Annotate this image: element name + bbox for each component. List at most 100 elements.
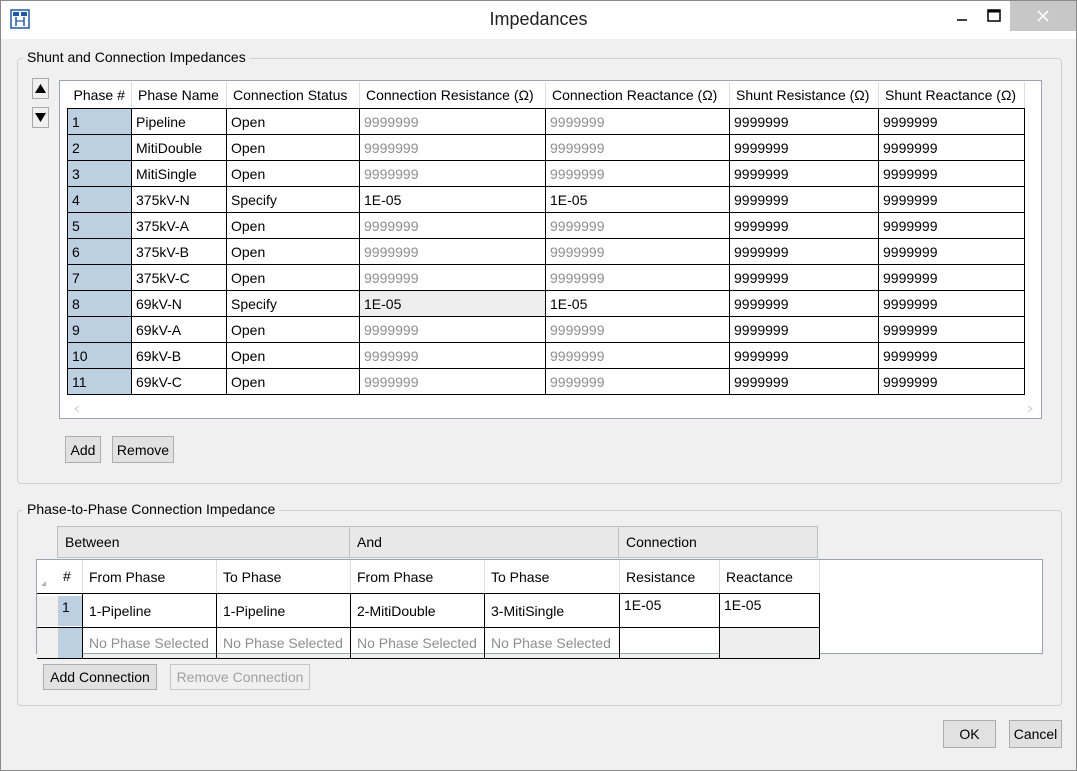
shunt-resistance-cell[interactable]: 9999999 bbox=[729, 342, 879, 369]
shunt-resistance-cell[interactable]: 9999999 bbox=[729, 316, 879, 343]
col-header-phase-number[interactable]: Phase # bbox=[67, 82, 132, 109]
col-header-shunt-reactance[interactable]: Shunt Reactance (Ω) bbox=[878, 82, 1025, 109]
connection-resistance-cell[interactable]: 1E-05 bbox=[359, 186, 546, 213]
phase-number-cell[interactable]: 11 bbox=[67, 368, 132, 395]
connection-status-cell[interactable]: Open bbox=[226, 316, 360, 343]
col-header-from-phase-2[interactable]: From Phase bbox=[350, 560, 485, 594]
add-button[interactable]: Add bbox=[65, 436, 101, 463]
shunt-reactance-cell[interactable]: 9999999 bbox=[878, 108, 1025, 135]
connection-reactance-cell[interactable]: 9999999 bbox=[545, 316, 730, 343]
connection-status-cell[interactable]: Open bbox=[226, 212, 360, 239]
phase-number-cell[interactable]: 8 bbox=[67, 290, 132, 317]
shunt-reactance-cell[interactable]: 9999999 bbox=[878, 342, 1025, 369]
shunt-table-row[interactable]: 9 69kV-A Open 9999999 9999999 9999999 9999999 bbox=[67, 316, 1025, 343]
phase-name-cell[interactable]: 69kV-B bbox=[131, 342, 227, 369]
connection-reactance-cell[interactable]: 9999999 bbox=[545, 264, 730, 291]
new-connection-row[interactable]: No Phase Selected No Phase Selected No P… bbox=[37, 627, 820, 659]
connection-reactance-cell[interactable]: 9999999 bbox=[545, 212, 730, 239]
phase-name-cell[interactable]: 375kV-A bbox=[131, 212, 227, 239]
shunt-reactance-cell[interactable]: 9999999 bbox=[878, 160, 1025, 187]
shunt-table-row[interactable]: 8 69kV-N Specify 1E-05 1E-05 9999999 9999999 bbox=[67, 290, 1025, 317]
shunt-reactance-cell[interactable]: 9999999 bbox=[878, 212, 1025, 239]
connection-status-cell[interactable]: Open bbox=[226, 108, 360, 135]
shunt-table-row[interactable]: 10 69kV-B Open 9999999 9999999 9999999 9999999 bbox=[67, 342, 1025, 369]
col-header-to-phase-2[interactable]: To Phase bbox=[484, 560, 620, 594]
resistance-cell[interactable]: 1E-05 bbox=[619, 593, 720, 628]
phase-name-cell[interactable]: 375kV-B bbox=[131, 238, 227, 265]
connection-reactance-cell[interactable]: 9999999 bbox=[545, 160, 730, 187]
shunt-resistance-cell[interactable]: 9999999 bbox=[729, 186, 879, 213]
connection-status-cell[interactable]: Specify bbox=[226, 186, 360, 213]
minimize-button[interactable] bbox=[945, 1, 979, 31]
reactance-cell[interactable]: 1E-05 bbox=[719, 593, 820, 628]
phase-number-cell[interactable]: 3 bbox=[67, 160, 132, 187]
close-button[interactable] bbox=[1010, 1, 1076, 31]
phase-number-cell[interactable]: 9 bbox=[67, 316, 132, 343]
connection-status-cell[interactable]: Open bbox=[226, 342, 360, 369]
connection-resistance-cell[interactable]: 1E-05 bbox=[359, 290, 546, 317]
connection-resistance-cell[interactable]: 9999999 bbox=[359, 368, 546, 395]
shunt-reactance-cell[interactable]: 9999999 bbox=[878, 186, 1025, 213]
shunt-reactance-cell[interactable]: 9999999 bbox=[878, 134, 1025, 161]
connection-reactance-cell[interactable]: 9999999 bbox=[545, 238, 730, 265]
col-header-phase-name[interactable]: Phase Name bbox=[131, 82, 227, 109]
connection-status-cell[interactable]: Specify bbox=[226, 290, 360, 317]
col-header-to-phase-1[interactable]: To Phase bbox=[216, 560, 351, 594]
phase-number-cell[interactable]: 2 bbox=[67, 134, 132, 161]
phase-name-cell[interactable]: 69kV-N bbox=[131, 290, 227, 317]
shunt-reactance-cell[interactable]: 9999999 bbox=[878, 264, 1025, 291]
phase-number-cell[interactable]: 5 bbox=[67, 212, 132, 239]
shunt-resistance-cell[interactable]: 9999999 bbox=[729, 264, 879, 291]
to-phase-cell[interactable]: No Phase Selected bbox=[216, 627, 351, 659]
connection-reactance-cell[interactable]: 9999999 bbox=[545, 108, 730, 135]
shunt-resistance-cell[interactable]: 9999999 bbox=[729, 212, 879, 239]
col-header-reactance[interactable]: Reactance bbox=[719, 560, 820, 594]
col-header-connection-status[interactable]: Connection Status bbox=[226, 82, 360, 109]
shunt-resistance-cell[interactable]: 9999999 bbox=[729, 134, 879, 161]
ok-button[interactable]: OK bbox=[943, 720, 996, 748]
from-phase-cell[interactable]: 1-Pipeline bbox=[82, 593, 217, 628]
phase-connection-grid[interactable]: Between And Connection # From Phase To P bbox=[36, 526, 1043, 659]
phase-number-cell[interactable]: 7 bbox=[67, 264, 132, 291]
connection-resistance-cell[interactable]: 9999999 bbox=[359, 108, 546, 135]
connection-reactance-cell[interactable]: 1E-05 bbox=[545, 186, 730, 213]
phase-name-cell[interactable]: MitiSingle bbox=[131, 160, 227, 187]
shunt-resistance-cell[interactable]: 9999999 bbox=[729, 368, 879, 395]
reactance-cell[interactable] bbox=[719, 627, 820, 659]
connection-status-cell[interactable]: Open bbox=[226, 160, 360, 187]
col-header-from-phase-1[interactable]: From Phase bbox=[82, 560, 217, 594]
phase-name-cell[interactable]: 375kV-N bbox=[131, 186, 227, 213]
phase-number-cell[interactable]: 10 bbox=[67, 342, 132, 369]
remove-button[interactable]: Remove bbox=[112, 436, 174, 463]
col-header-connection-resistance[interactable]: Connection Resistance (Ω) bbox=[359, 82, 546, 109]
shunt-resistance-cell[interactable]: 9999999 bbox=[729, 238, 879, 265]
connection-status-cell[interactable]: Open bbox=[226, 134, 360, 161]
from-phase-cell[interactable]: 2-MitiDouble bbox=[350, 593, 485, 628]
connection-resistance-cell[interactable]: 9999999 bbox=[359, 342, 546, 369]
shunt-table-row[interactable]: 6 375kV-B Open 9999999 9999999 9999999 9999999 bbox=[67, 238, 1025, 265]
move-down-button[interactable] bbox=[32, 107, 49, 128]
cancel-button[interactable]: Cancel bbox=[1009, 720, 1062, 748]
resistance-cell[interactable] bbox=[619, 627, 720, 659]
connection-status-cell[interactable]: Open bbox=[226, 238, 360, 265]
phase-name-cell[interactable]: MitiDouble bbox=[131, 134, 227, 161]
shunt-resistance-cell[interactable]: 9999999 bbox=[729, 290, 879, 317]
shunt-reactance-cell[interactable]: 9999999 bbox=[878, 238, 1025, 265]
new-row-header-cell[interactable] bbox=[37, 627, 83, 659]
connection-resistance-cell[interactable]: 9999999 bbox=[359, 264, 546, 291]
connection-resistance-cell[interactable]: 9999999 bbox=[359, 238, 546, 265]
connection-reactance-cell[interactable]: 1E-05 bbox=[545, 290, 730, 317]
col-header-resistance[interactable]: Resistance bbox=[619, 560, 720, 594]
connection-reactance-cell[interactable]: 9999999 bbox=[545, 134, 730, 161]
move-up-button[interactable] bbox=[32, 78, 49, 99]
phase-number-cell[interactable]: 6 bbox=[67, 238, 132, 265]
phase-number-cell[interactable]: 1 bbox=[67, 108, 132, 135]
shunt-reactance-cell[interactable]: 9999999 bbox=[878, 316, 1025, 343]
remove-connection-button[interactable]: Remove Connection bbox=[170, 664, 310, 690]
phase-name-cell[interactable]: Pipeline bbox=[131, 108, 227, 135]
phase-name-cell[interactable]: 69kV-A bbox=[131, 316, 227, 343]
maximize-button[interactable] bbox=[977, 1, 1011, 31]
shunt-table-row[interactable]: 3 MitiSingle Open 9999999 9999999 9999999 9999… bbox=[67, 160, 1025, 187]
connection-row[interactable]: 1 1-Pipeline 1-Pipeline 2-MitiDouble 3-M… bbox=[37, 593, 820, 628]
connection-resistance-cell[interactable]: 9999999 bbox=[359, 316, 546, 343]
